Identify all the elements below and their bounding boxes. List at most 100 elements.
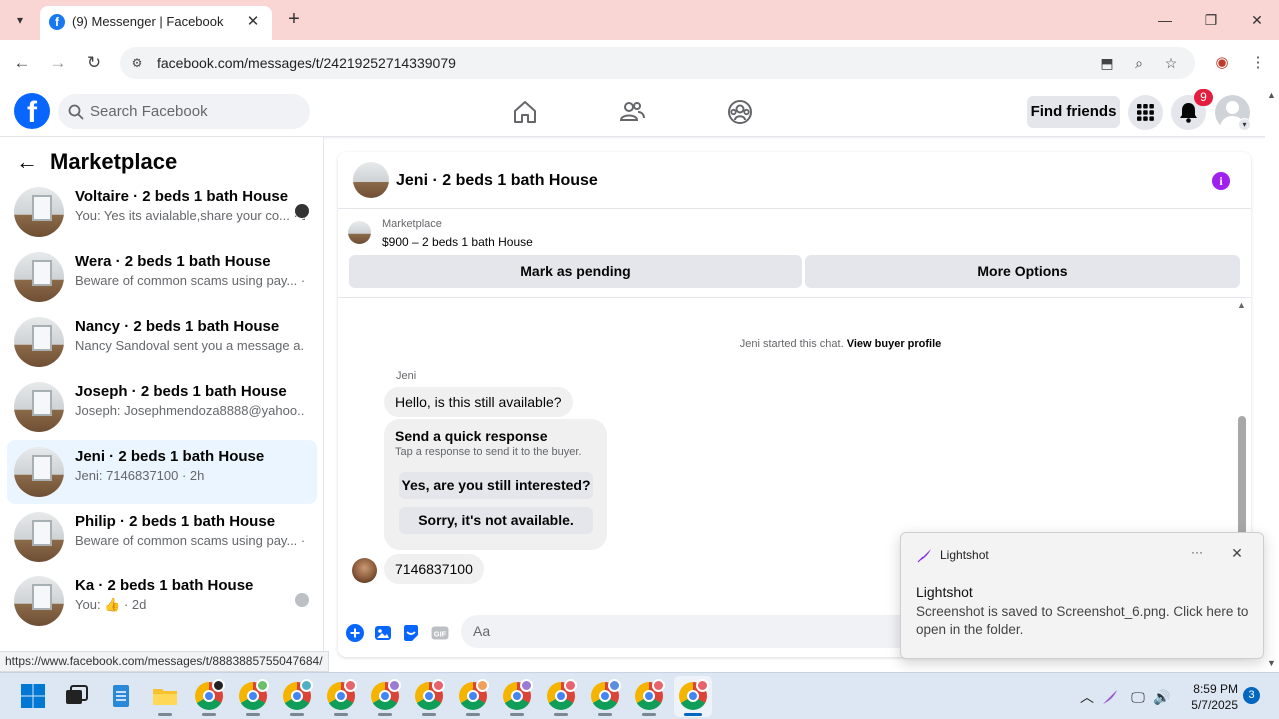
new-tab-icon[interactable]: +	[282, 8, 306, 32]
chrome-profile-icon[interactable]	[547, 679, 577, 710]
forward-icon[interactable]: →	[45, 50, 71, 76]
profile-icon[interactable]: ◉	[1211, 52, 1233, 74]
chrome-profile-icon[interactable]	[239, 679, 269, 710]
task-view-icon[interactable]	[62, 682, 90, 710]
page-scrollbar[interactable]	[1265, 86, 1279, 672]
chat-scroll-up-icon[interactable]: ▲	[1237, 300, 1246, 310]
chrome-profile-icon[interactable]	[591, 679, 621, 710]
clock-time[interactable]: 8:59 PM	[1186, 682, 1238, 696]
back-icon[interactable]: ←	[9, 50, 35, 76]
chrome-profile-icon[interactable]	[503, 679, 533, 710]
groups-icon[interactable]	[726, 98, 754, 126]
bookmark-star-icon[interactable]: ☆	[1161, 53, 1181, 73]
conversation-name: Nancy · 2 beds 1 bath House	[75, 318, 280, 335]
profile-badge-icon	[608, 679, 621, 692]
more-options-button[interactable]: More Options	[805, 255, 1240, 288]
browser-tab-messenger[interactable]: f (9) Messenger | Facebook ✕	[40, 6, 272, 40]
conversation-item[interactable]: Wera · 2 beds 1 bath House Beware of com…	[7, 245, 317, 309]
chrome-profile-icon[interactable]	[415, 679, 445, 710]
url-text[interactable]: facebook.com/messages/t/2421925271433907…	[157, 55, 456, 71]
sticker-icon[interactable]	[402, 624, 420, 642]
conversation-item[interactable]: Voltaire · 2 beds 1 bath House You: Yes …	[7, 180, 317, 244]
menu-grid-button[interactable]	[1128, 95, 1163, 130]
tab-close-icon[interactable]: ✕	[242, 11, 264, 33]
clock-date[interactable]: 5/7/2025	[1180, 698, 1238, 712]
conversation-preview: Joseph: Josephmendoza8888@yahoo.... · 2h	[75, 403, 305, 418]
zoom-icon[interactable]: ⌕	[1129, 53, 1149, 73]
view-buyer-profile-link[interactable]: View buyer profile	[847, 338, 942, 350]
listing-thumbnail-small[interactable]	[348, 221, 371, 244]
quick-reply-sorry-button[interactable]: Sorry, it's not available.	[399, 507, 593, 534]
profile-badge-icon	[564, 679, 577, 692]
minimize-icon[interactable]: —	[1150, 8, 1180, 32]
page-scroll-up-icon[interactable]: ▲	[1267, 90, 1276, 100]
listing-price[interactable]: $900 – 2 beds 1 bath House	[382, 235, 533, 249]
notification-close-icon[interactable]: ✕	[1227, 545, 1247, 563]
listing-thumbnail	[14, 382, 64, 432]
home-icon[interactable]	[511, 98, 539, 126]
conversation-item[interactable]: Philip · 2 beds 1 bath House Beware of c…	[7, 505, 317, 569]
quick-reply-yes-button[interactable]: Yes, are you still interested?	[399, 472, 593, 499]
tab-search-dropdown-icon[interactable]: ▾	[8, 8, 32, 32]
chrome-profile-icon[interactable]	[195, 679, 225, 710]
chrome-active-window-icon[interactable]	[679, 679, 709, 710]
friends-icon[interactable]	[618, 98, 646, 126]
notepad-icon[interactable]	[107, 682, 135, 710]
chat-started-notice: Jeni started this chat. View buyer profi…	[338, 338, 1251, 350]
info-icon[interactable]: i	[1212, 172, 1230, 190]
mark-as-pending-button[interactable]: Mark as pending	[349, 255, 802, 288]
window-close-icon[interactable]: ✕	[1242, 8, 1272, 32]
facebook-search-input[interactable]: Search Facebook	[58, 94, 310, 129]
chrome-profile-icon[interactable]	[327, 679, 357, 710]
profile-badge-icon	[300, 679, 313, 692]
chrome-profile-icon[interactable]	[371, 679, 401, 710]
notification-body[interactable]: Screenshot is saved to Screenshot_6.png.…	[916, 603, 1251, 639]
chat-listing-thumbnail[interactable]	[353, 162, 389, 198]
facebook-logo[interactable]: f	[14, 93, 50, 129]
chat-title[interactable]: Jeni · 2 beds 1 bath House	[396, 172, 598, 190]
taskbar-running-indicator	[378, 713, 392, 716]
menu-kebab-icon[interactable]: ⋮	[1247, 52, 1269, 74]
file-explorer-icon[interactable]	[151, 682, 179, 710]
chrome-profile-icon[interactable]	[283, 679, 313, 710]
browser-toolbar: ← → ↻ ⚙ facebook.com/messages/t/24219252…	[0, 40, 1279, 86]
more-options-icon[interactable]: ···	[1187, 545, 1207, 563]
sender-avatar[interactable]	[352, 558, 377, 583]
site-info-icon[interactable]: ⚙	[128, 54, 146, 72]
find-friends-button[interactable]: Find friends	[1027, 96, 1120, 128]
plus-circle-icon[interactable]	[346, 624, 364, 642]
show-hidden-icons-chevron-up-icon[interactable]: ︿	[1078, 688, 1096, 706]
chrome-profile-icon[interactable]	[459, 679, 489, 710]
conversation-item[interactable]: Nancy · 2 beds 1 bath House Nancy Sandov…	[7, 310, 317, 374]
conversation-item[interactable]: Joseph · 2 beds 1 bath House Joseph: Jos…	[7, 375, 317, 439]
notification-center-badge[interactable]: 3	[1243, 687, 1260, 704]
lightshot-notification[interactable]: Lightshot ··· ✕ Lightshot Screenshot is …	[900, 532, 1264, 659]
conversation-preview: Beware of common scams using pay... · 22…	[75, 533, 305, 548]
restore-icon[interactable]: ❐	[1196, 8, 1226, 32]
conversation-item[interactable]: Ka · 2 beds 1 bath House You: 👍 · 2d	[7, 569, 317, 633]
message-bubble[interactable]: 7146837100	[384, 554, 484, 584]
back-arrow-icon[interactable]: ←	[16, 151, 40, 175]
reload-icon[interactable]: ↻	[81, 50, 107, 76]
page-scroll-down-icon[interactable]: ▼	[1267, 658, 1276, 668]
gif-icon[interactable]: GIF	[431, 624, 449, 642]
taskbar-running-indicator	[158, 713, 172, 716]
photo-icon[interactable]	[374, 624, 392, 642]
conversation-item-active[interactable]: Jeni · 2 beds 1 bath House Jeni: 7146837…	[7, 440, 317, 504]
address-bar[interactable]: ⚙ facebook.com/messages/t/24219252714339…	[120, 47, 1195, 79]
facebook-header: f Search Facebook Find friends 9 ▾	[0, 86, 1265, 137]
chrome-profile-icon[interactable]	[635, 679, 665, 710]
account-chevron-down-icon[interactable]: ▾	[1238, 118, 1251, 131]
lightshot-tray-icon[interactable]	[1101, 688, 1119, 706]
chat-scrollbar-thumb[interactable]	[1238, 416, 1246, 536]
conversation-preview: You: 👍 · 2d	[75, 597, 147, 612]
message-bubble[interactable]: Hello, is this still available?	[384, 387, 573, 417]
install-app-icon[interactable]: ⬒	[1097, 53, 1117, 73]
windows-start-icon[interactable]	[19, 682, 47, 710]
listing-banner: Marketplace $900 – 2 beds 1 bath House M…	[338, 209, 1251, 298]
taskbar-running-indicator	[466, 713, 480, 716]
volume-icon[interactable]: 🔊	[1153, 688, 1171, 706]
network-icon[interactable]: 🖵	[1129, 688, 1147, 706]
seen-avatar-icon	[295, 204, 309, 218]
bell-icon	[1180, 103, 1197, 123]
